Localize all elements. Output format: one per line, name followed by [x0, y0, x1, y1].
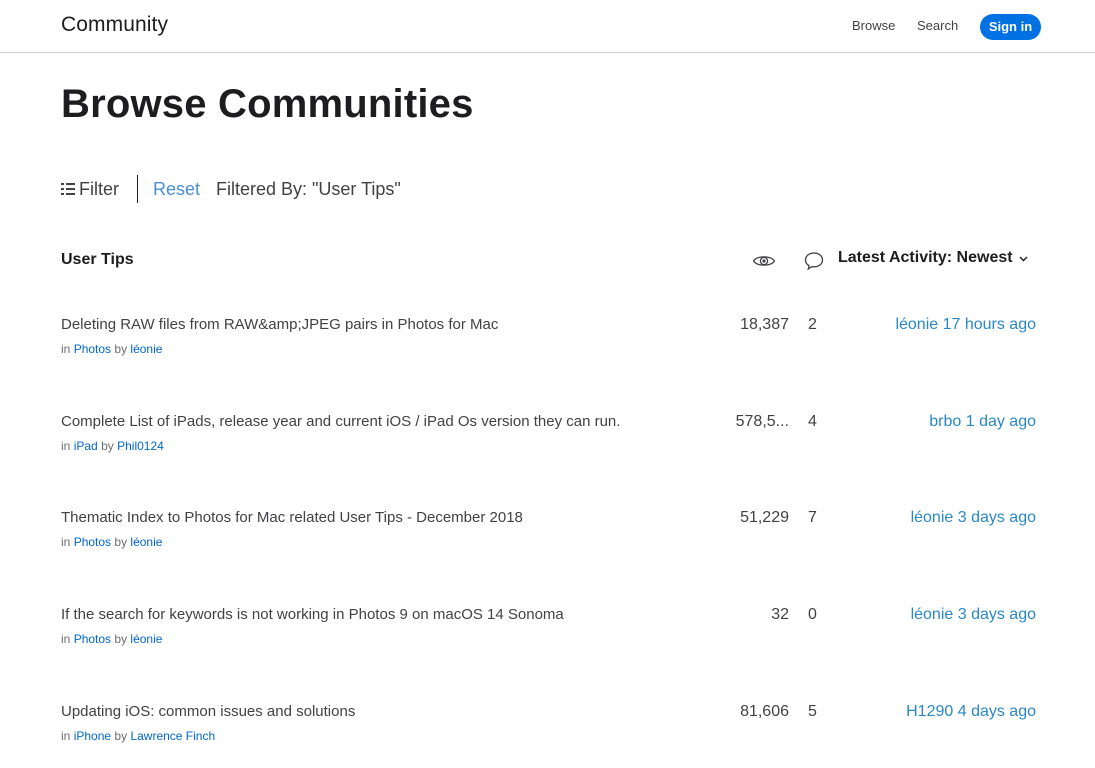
nav-search-link[interactable]: Search — [917, 18, 958, 33]
latest-activity: H1290 4 days ago — [906, 703, 1036, 721]
thread-title-link[interactable]: Updating iOS: common issues and solution… — [61, 703, 355, 720]
view-count: 18,387 — [740, 316, 789, 334]
last-activity-user-link[interactable]: léonie — [911, 509, 954, 526]
thread-title-link[interactable]: Complete List of iPads, release year and… — [61, 413, 620, 430]
community-link[interactable]: iPhone — [74, 729, 111, 743]
list-item: Thematic Index to Photos for Mac related… — [0, 509, 1095, 569]
last-activity-time-link[interactable]: 3 days ago — [958, 509, 1036, 526]
community-link[interactable]: Photos — [74, 342, 111, 356]
thread-meta: in Photos by léonie — [61, 535, 162, 549]
reply-count: 7 — [808, 509, 817, 527]
community-link[interactable]: Photos — [74, 632, 111, 646]
view-count: 32 — [771, 606, 789, 624]
latest-activity: léonie 3 days ago — [911, 606, 1036, 624]
reply-count: 5 — [808, 703, 817, 721]
speech-bubble-icon — [804, 251, 824, 271]
list-item: If the search for keywords is not workin… — [0, 606, 1095, 666]
chevron-down-icon — [1019, 254, 1028, 263]
last-activity-user-link[interactable]: léonie — [911, 606, 954, 623]
section-title: User Tips — [61, 251, 134, 269]
filter-divider — [137, 175, 138, 203]
filter-label: Filter — [79, 179, 119, 200]
view-count: 51,229 — [740, 509, 789, 527]
brand-title[interactable]: Community — [61, 13, 168, 37]
last-activity-time-link[interactable]: 1 day ago — [966, 413, 1036, 430]
view-count: 81,606 — [740, 703, 789, 721]
last-activity-user-link[interactable]: H1290 — [906, 703, 953, 720]
thread-meta: in Photos by léonie — [61, 342, 162, 356]
thread-meta: in iPad by Phil0124 — [61, 439, 164, 453]
thread-title-link[interactable]: Deleting RAW files from RAW&amp;JPEG pai… — [61, 316, 498, 333]
filter-button[interactable]: Filter — [61, 178, 119, 200]
author-link[interactable]: Lawrence Finch — [130, 729, 215, 743]
author-link[interactable]: Phil0124 — [117, 439, 164, 453]
last-activity-user-link[interactable]: brbo — [929, 413, 961, 430]
filtered-by-label: Filtered By: "User Tips" — [216, 179, 401, 200]
latest-activity: brbo 1 day ago — [929, 413, 1036, 431]
thread-title-link[interactable]: If the search for keywords is not workin… — [61, 606, 564, 623]
last-activity-time-link[interactable]: 3 days ago — [958, 606, 1036, 623]
author-link[interactable]: léonie — [130, 535, 162, 549]
nav-browse-link[interactable]: Browse — [852, 18, 895, 33]
list-item: Complete List of iPads, release year and… — [0, 413, 1095, 473]
author-link[interactable]: léonie — [130, 342, 162, 356]
latest-activity: léonie 3 days ago — [911, 509, 1036, 527]
list-item: Deleting RAW files from RAW&amp;JPEG pai… — [0, 316, 1095, 376]
reset-button[interactable]: Reset — [153, 179, 200, 200]
eye-icon — [752, 253, 776, 269]
sort-label: Latest Activity: Newest — [838, 249, 1013, 267]
last-activity-time-link[interactable]: 4 days ago — [958, 703, 1036, 720]
latest-activity: léonie 17 hours ago — [895, 316, 1036, 334]
sort-dropdown[interactable]: Latest Activity: Newest — [838, 249, 1028, 267]
reply-count: 4 — [808, 413, 817, 431]
thread-title-link[interactable]: Thematic Index to Photos for Mac related… — [61, 509, 523, 526]
reply-count: 2 — [808, 316, 817, 334]
list-icon — [61, 183, 75, 195]
author-link[interactable]: léonie — [130, 632, 162, 646]
sign-in-button[interactable]: Sign in — [980, 14, 1041, 40]
thread-meta: in iPhone by Lawrence Finch — [61, 729, 215, 743]
global-header: Community Browse Search Sign in — [0, 0, 1095, 53]
last-activity-time-link[interactable]: 17 hours ago — [943, 316, 1036, 333]
page-title: Browse Communities — [61, 82, 474, 127]
reply-count: 0 — [808, 606, 817, 624]
thread-meta: in Photos by léonie — [61, 632, 162, 646]
view-count: 578,5... — [736, 413, 789, 431]
list-item: Updating iOS: common issues and solution… — [0, 703, 1095, 763]
last-activity-user-link[interactable]: léonie — [895, 316, 938, 333]
community-link[interactable]: iPad — [74, 439, 98, 453]
community-link[interactable]: Photos — [74, 535, 111, 549]
